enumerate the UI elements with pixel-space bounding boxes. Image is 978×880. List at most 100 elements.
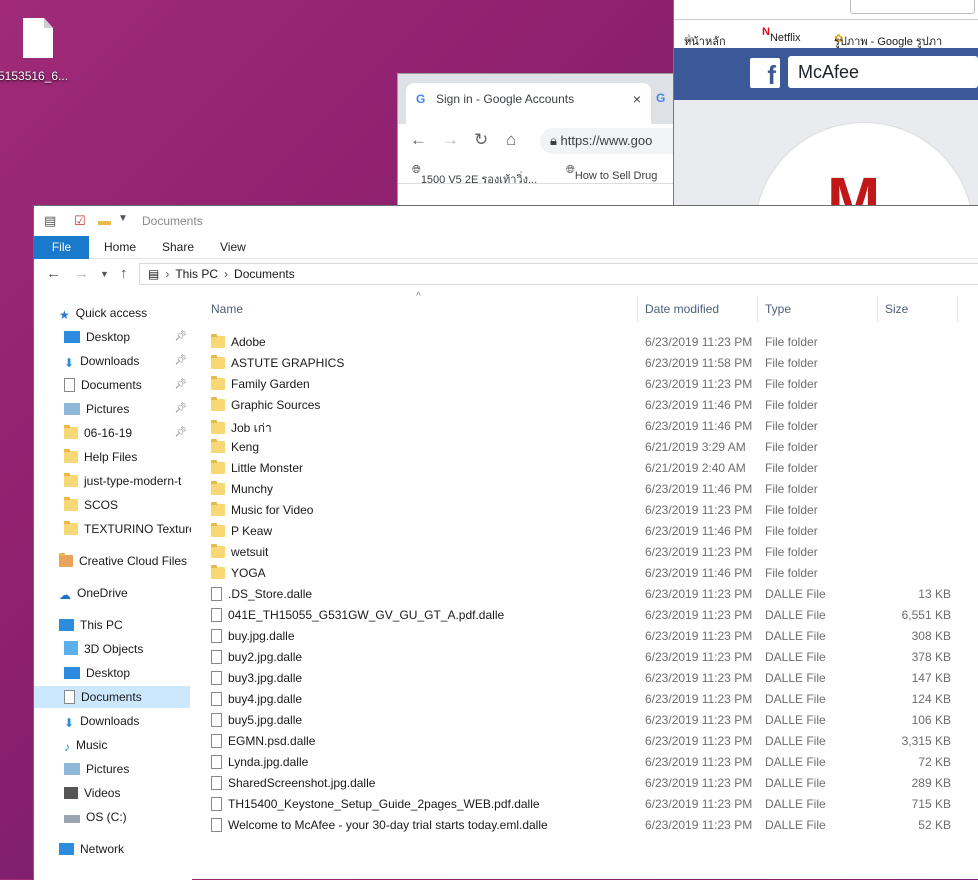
table-row[interactable]: Keng 6/21/2019 3:29 AM File folder xyxy=(205,437,978,458)
table-row[interactable]: Job เก่า 6/23/2019 11:46 PM File folder xyxy=(205,416,978,437)
file-explorer-window[interactable]: ▤ ☑ ▬ ▼ Documents File Home Share View ←… xyxy=(33,205,978,880)
file-name-text: Family Garden xyxy=(231,377,310,391)
bookmark-item[interactable]: 🌐︎ How to Sell Drug xyxy=(566,164,657,182)
pin-icon[interactable]: 📌︎ xyxy=(174,398,187,420)
table-row[interactable]: Lynda.jpg.dalle 6/23/2019 11:23 PM DALLE F… xyxy=(205,752,978,773)
nav-quick-access[interactable]: ★ Quick access xyxy=(59,302,189,324)
table-row[interactable]: Family Garden 6/23/2019 11:23 PM File fold… xyxy=(205,374,978,395)
reload-icon[interactable]: ↻ xyxy=(474,130,488,150)
column-divider[interactable] xyxy=(957,296,958,322)
nav-this-pc[interactable]: This PC xyxy=(59,614,189,636)
nav-downloads[interactable]: ⬇ Downloads 📌︎ xyxy=(64,350,189,372)
bookmark-item[interactable]: 🌐︎ 1500 V5 2E รองเท้าวิ่ง... xyxy=(412,164,537,186)
nav-videos[interactable]: Videos xyxy=(64,782,189,804)
column-type[interactable]: Type xyxy=(765,296,791,322)
file-name: ASTUTE GRAPHICS xyxy=(211,355,344,370)
forward-icon[interactable]: → xyxy=(442,130,459,150)
new-folder-icon[interactable]: ▬ xyxy=(98,213,111,228)
column-divider[interactable] xyxy=(637,296,638,322)
table-row[interactable]: 041E_TH15055_G531GW_GV_GU_GT_A.pdf.dalle… xyxy=(205,605,978,626)
pin-icon[interactable]: 📌︎ xyxy=(174,374,187,396)
column-name[interactable]: Name xyxy=(211,296,243,322)
home-icon[interactable]: ⌂ xyxy=(506,130,516,150)
address-bar[interactable]: ▤ › This PC › Documents xyxy=(139,263,978,285)
nav-06-16-19[interactable]: 06-16-19 📌︎ xyxy=(64,422,189,444)
chrome-window[interactable]: G Sign in - Google Accounts × G ← → ↻ ⌂ 🔒… xyxy=(397,73,700,213)
table-row[interactable]: Adobe 6/23/2019 11:23 PM File folder xyxy=(205,332,978,353)
table-row[interactable]: Music for Video 6/23/2019 11:23 PM File fo… xyxy=(205,500,978,521)
table-row[interactable]: P Keaw 6/23/2019 11:46 PM File folder xyxy=(205,521,978,542)
document-icon xyxy=(23,18,53,58)
table-row[interactable]: EGMN.psd.dalle 6/23/2019 11:23 PM DALLE Fi… xyxy=(205,731,978,752)
file-name-text: Adobe xyxy=(231,335,266,349)
pin-icon[interactable]: 📌︎ xyxy=(174,422,187,444)
desktop-file-icon[interactable]: 5153516_6... xyxy=(0,18,68,83)
nav-documents[interactable]: Documents 📌︎ xyxy=(64,374,189,396)
forward-icon[interactable]: → xyxy=(74,265,89,282)
checkmark-icon[interactable]: ☑ xyxy=(74,213,86,229)
close-tab-icon[interactable]: × xyxy=(633,91,641,107)
pin-icon[interactable]: 📌︎ xyxy=(174,350,187,372)
back-icon[interactable]: ← xyxy=(46,265,61,282)
folder-icon xyxy=(211,460,225,474)
table-row[interactable]: TH15400_Keystone_Setup_Guide_2pages_WEB.… xyxy=(205,794,978,815)
nav-just-type-modern[interactable]: just-type-modern-t xyxy=(64,470,190,492)
table-row[interactable]: SharedScreenshot.jpg.dalle 6/23/2019 11:2… xyxy=(205,773,978,794)
facebook-window[interactable]: ☆ หน้าหลัก N Netflix ✿ รูปภาพ - Google ร… xyxy=(673,0,978,205)
pin-icon[interactable]: 📌︎ xyxy=(174,326,187,348)
nav-texturino[interactable]: TEXTURINO Texture xyxy=(64,518,191,540)
table-row[interactable]: Little Monster 6/21/2019 2:40 AM File fold… xyxy=(205,458,978,479)
table-row[interactable]: wetsuit 6/23/2019 11:23 PM File folder xyxy=(205,542,978,563)
table-row[interactable]: Welcome to McAfee - your 30-day trial st… xyxy=(205,815,978,836)
back-icon[interactable]: ← xyxy=(410,130,427,150)
column-size[interactable]: Size xyxy=(885,296,908,322)
nav-os-c[interactable]: OS (C:) xyxy=(64,806,189,828)
chevron-down-icon[interactable]: ▼ xyxy=(118,213,128,224)
file-name: 041E_TH15055_G531GW_GV_GU_GT_A.pdf.dalle xyxy=(211,608,504,622)
nav-pictures[interactable]: Pictures 📌︎ xyxy=(64,398,189,420)
table-row[interactable]: .DS_Store.dalle 6/23/2019 11:23 PM DALLE F… xyxy=(205,584,978,605)
chrome-toolbar: ← → ↻ ⌂ 🔒︎ https://www.goo xyxy=(398,124,700,158)
nav-music[interactable]: ♪ Music xyxy=(64,734,189,756)
profile-picture[interactable]: M xyxy=(754,122,974,205)
breadcrumb-documents[interactable]: Documents xyxy=(234,267,295,281)
table-row[interactable]: buy3.jpg.dalle 6/23/2019 11:23 PM DALLE Fi… xyxy=(205,668,978,689)
nav-documents-pc[interactable]: Documents xyxy=(34,686,190,708)
nav-pictures-pc[interactable]: Pictures xyxy=(64,758,189,780)
up-arrow-icon[interactable]: ↑ xyxy=(120,265,128,282)
facebook-logo-icon[interactable]: f xyxy=(750,58,780,90)
google-icon[interactable]: G xyxy=(656,91,665,105)
fb-search-input[interactable]: McAfee xyxy=(788,56,978,88)
column-date-modified[interactable]: Date modified xyxy=(645,296,719,322)
file-type: File folder xyxy=(765,356,818,370)
tab-home[interactable]: Home xyxy=(104,236,136,259)
tab-share[interactable]: Share xyxy=(162,236,194,259)
nav-help-files[interactable]: Help Files xyxy=(64,446,189,468)
table-row[interactable]: Munchy 6/23/2019 11:46 PM File folder xyxy=(205,479,978,500)
table-row[interactable]: YOGA 6/23/2019 11:46 PM File folder xyxy=(205,563,978,584)
table-row[interactable]: buy2.jpg.dalle 6/23/2019 11:23 PM DALLE Fi… xyxy=(205,647,978,668)
column-divider[interactable] xyxy=(757,296,758,322)
table-row[interactable]: Graphic Sources 6/23/2019 11:46 PM File fo… xyxy=(205,395,978,416)
nav-downloads-pc[interactable]: ⬇ Downloads xyxy=(64,710,189,732)
nav-desktop[interactable]: Desktop 📌︎ xyxy=(64,326,189,348)
chevron-down-icon[interactable]: ▼ xyxy=(100,269,109,279)
nav-creative-cloud[interactable]: Creative Cloud Files xyxy=(59,550,189,572)
bookmark-netflix[interactable]: N Netflix xyxy=(762,26,801,44)
nav-desktop-pc[interactable]: Desktop xyxy=(64,662,189,684)
breadcrumb-this-pc[interactable]: This PC xyxy=(175,267,218,281)
table-row[interactable]: ASTUTE GRAPHICS 6/23/2019 11:58 PM File fo… xyxy=(205,353,978,374)
tab-file[interactable]: File xyxy=(34,236,89,259)
tab-google-signin[interactable]: G Sign in - Google Accounts × xyxy=(406,83,651,124)
nav-3d-objects[interactable]: 3D Objects xyxy=(64,638,189,660)
nav-network[interactable]: Network xyxy=(59,838,189,860)
tab-view[interactable]: View xyxy=(220,236,246,259)
properties-icon[interactable]: ▤ xyxy=(44,213,56,229)
table-row[interactable]: buy4.jpg.dalle 6/23/2019 11:23 PM DALLE Fi… xyxy=(205,689,978,710)
nav-scos[interactable]: SCOS xyxy=(64,494,189,516)
table-row[interactable]: buy5.jpg.dalle 6/23/2019 11:23 PM DALLE Fi… xyxy=(205,710,978,731)
table-row[interactable]: buy.jpg.dalle 6/23/2019 11:23 PM DALLE Fil… xyxy=(205,626,978,647)
column-divider[interactable] xyxy=(877,296,878,322)
fb-address-bar[interactable] xyxy=(850,0,975,14)
nav-onedrive[interactable]: ☁ OneDrive xyxy=(59,582,189,604)
